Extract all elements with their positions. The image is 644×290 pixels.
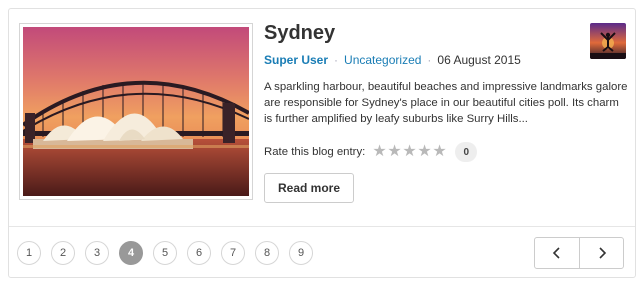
page-link[interactable]: 9 bbox=[289, 241, 313, 265]
page-link[interactable]: 5 bbox=[153, 241, 177, 265]
page-link[interactable]: 1 bbox=[17, 241, 41, 265]
rating-stars[interactable]: ★ ★ ★ ★ ★ bbox=[372, 144, 447, 160]
blog-card: Sydney Super User · Uncategorized · 06 Augu bbox=[8, 8, 636, 278]
blog-post: Sydney Super User · Uncategorized · 06 Augu bbox=[9, 9, 635, 227]
page-link[interactable]: 2 bbox=[51, 241, 75, 265]
star-icon[interactable]: ★ bbox=[372, 144, 387, 160]
read-more-button[interactable]: Read more bbox=[264, 173, 354, 203]
sydney-opera-house-image bbox=[23, 27, 249, 196]
author-avatar[interactable] bbox=[590, 23, 626, 59]
author-avatar-image bbox=[590, 23, 626, 59]
page-link[interactable]: 8 bbox=[255, 241, 279, 265]
separator-dot: · bbox=[427, 53, 432, 67]
chevron-right-icon bbox=[598, 247, 606, 259]
author-link[interactable]: Super User bbox=[264, 53, 328, 67]
category-link[interactable]: Uncategorized bbox=[344, 53, 421, 67]
page-link[interactable]: 4 bbox=[119, 241, 143, 265]
post-title[interactable]: Sydney bbox=[264, 22, 335, 45]
post-date: 06 August 2015 bbox=[437, 53, 521, 67]
star-icon[interactable]: ★ bbox=[417, 144, 432, 160]
post-image[interactable] bbox=[19, 23, 253, 200]
next-button[interactable] bbox=[579, 238, 623, 268]
separator-dot: · bbox=[334, 53, 339, 67]
page-link[interactable]: 7 bbox=[221, 241, 245, 265]
previous-button[interactable] bbox=[535, 238, 579, 268]
page-link[interactable]: 3 bbox=[85, 241, 109, 265]
star-icon[interactable]: ★ bbox=[402, 144, 417, 160]
star-icon[interactable]: ★ bbox=[432, 144, 447, 160]
chevron-left-icon bbox=[552, 247, 560, 259]
rating-count-badge: 0 bbox=[455, 142, 478, 162]
star-icon[interactable]: ★ bbox=[387, 144, 402, 160]
pagination: 1 2 3 4 5 6 7 8 9 bbox=[17, 241, 323, 265]
rating-widget: Rate this blog entry: ★ ★ ★ ★ ★ 0 bbox=[264, 142, 478, 162]
rating-label: Rate this blog entry: bbox=[264, 146, 366, 158]
page-link[interactable]: 6 bbox=[187, 241, 211, 265]
post-intro: A sparkling harbour, beautiful beaches a… bbox=[264, 81, 628, 125]
prev-next-buttons bbox=[534, 237, 624, 269]
post-meta: Super User · Uncategorized · 06 August 2015 bbox=[264, 53, 521, 67]
